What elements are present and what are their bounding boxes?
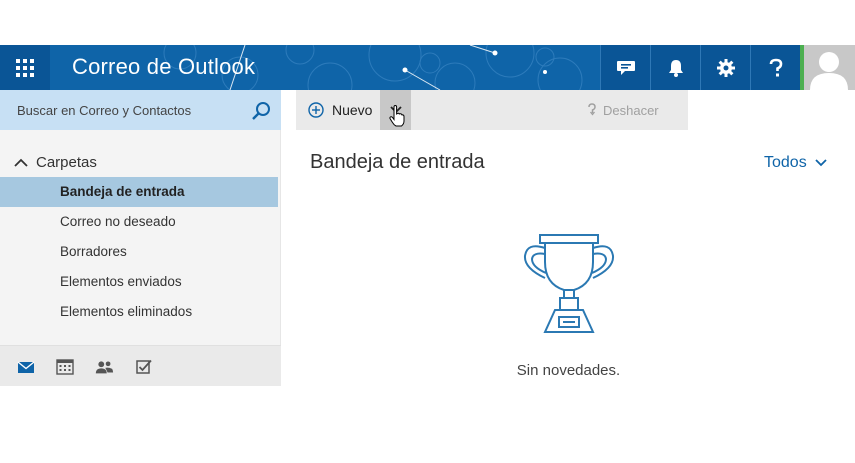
- folders-section-label: Carpetas: [36, 154, 97, 171]
- chevron-down-icon: [815, 159, 827, 167]
- settings-button[interactable]: [700, 45, 750, 90]
- message-list-pane: Bandeja de entrada Todos Sin novedades.: [282, 130, 855, 386]
- search-input[interactable]: Buscar en Correo y Contactos: [17, 103, 281, 118]
- command-bar: Nuevo Deshacer: [296, 90, 688, 130]
- app-title[interactable]: Correo de Outlook: [72, 54, 255, 80]
- avatar[interactable]: [800, 45, 855, 90]
- tasks-icon[interactable]: [134, 358, 154, 376]
- folder-junk[interactable]: Correo no deseado: [0, 207, 278, 237]
- new-options-dropdown[interactable]: [380, 90, 411, 130]
- empty-state-message: Sin novedades.: [516, 362, 621, 379]
- search-box[interactable]: Buscar en Correo y Contactos: [0, 90, 281, 130]
- trophy-icon: [523, 234, 615, 333]
- plus-circle-icon: [308, 102, 324, 118]
- folder-pane: Carpetas Bandeja de entrada Correo no de…: [0, 130, 281, 386]
- new-message-button[interactable]: Nuevo: [296, 90, 380, 130]
- page-title: Bandeja de entrada: [310, 151, 485, 173]
- waffle-icon: [16, 58, 34, 77]
- bell-icon: [668, 59, 683, 77]
- help-button[interactable]: [750, 45, 800, 90]
- search-icon[interactable]: [251, 101, 271, 121]
- calendar-icon[interactable]: [55, 358, 75, 376]
- people-icon[interactable]: [94, 358, 114, 376]
- help-icon: [769, 58, 782, 76]
- folder-inbox[interactable]: Bandeja de entrada: [0, 177, 278, 207]
- new-message-label: Nuevo: [332, 102, 373, 118]
- outlook-window: Correo de Outlook Buscar en Correo y Con…: [0, 45, 855, 386]
- folder-deleted[interactable]: Elementos eliminados: [0, 297, 278, 327]
- folders-section-toggle[interactable]: Carpetas: [14, 154, 97, 171]
- top-bar: Correo de Outlook: [0, 45, 855, 90]
- mail-icon[interactable]: [16, 358, 36, 376]
- filter-label: Todos: [764, 154, 807, 171]
- hand-cursor-icon: [389, 105, 405, 127]
- module-switcher: [0, 345, 281, 386]
- notifications-button[interactable]: [650, 45, 700, 90]
- filter-dropdown[interactable]: Todos: [764, 154, 827, 172]
- chevron-up-icon: [14, 158, 28, 167]
- folder-drafts[interactable]: Borradores: [0, 237, 278, 267]
- app-launcher-button[interactable]: [0, 45, 50, 90]
- undo-label: Deshacer: [603, 102, 659, 118]
- undo-icon: [588, 103, 596, 116]
- folder-sent[interactable]: Elementos enviados: [0, 267, 278, 297]
- chat-button[interactable]: [600, 45, 650, 90]
- gear-icon: [716, 58, 735, 77]
- undo-button[interactable]: Deshacer: [586, 90, 659, 130]
- person-placeholder-icon: [810, 52, 848, 90]
- chat-icon: [616, 60, 635, 75]
